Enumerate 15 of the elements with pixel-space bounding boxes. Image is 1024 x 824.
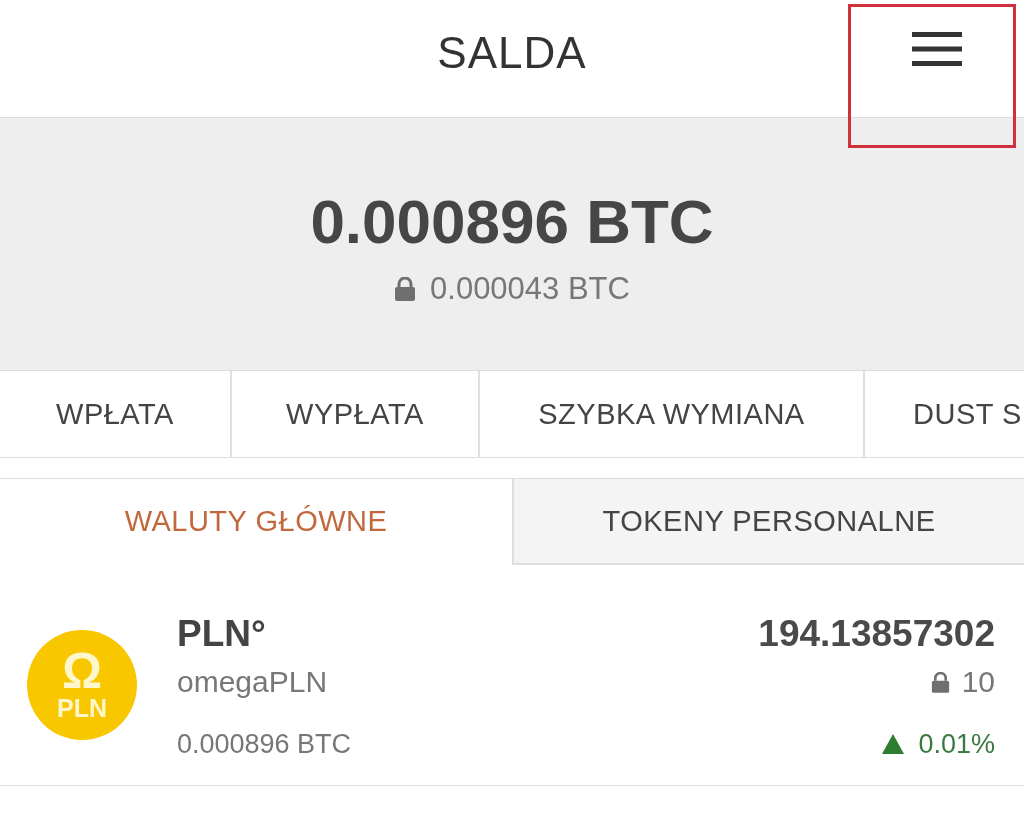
lock-icon <box>394 277 417 301</box>
lock-icon <box>930 671 950 693</box>
menu-icon <box>912 32 962 66</box>
locked-balance: 0.000043 BTC <box>430 271 630 307</box>
asset-amount: 194.13857302 <box>758 612 995 656</box>
asset-symbol: PLN° <box>177 612 267 656</box>
page-title: SALDA <box>437 27 587 79</box>
asset-name: omegaPLN <box>177 664 329 700</box>
logo-symbol: Ω <box>61 648 103 694</box>
tab[interactable]: TOKENY PERSONALNE <box>512 479 1024 565</box>
asset-btc-value: 0.000896 BTC <box>177 728 353 761</box>
logo-label: PLN <box>57 694 107 722</box>
locked-amount: 10 <box>961 664 995 700</box>
price-change: 0.01% <box>918 728 995 761</box>
total-balance: 0.000896 BTC <box>310 187 714 257</box>
